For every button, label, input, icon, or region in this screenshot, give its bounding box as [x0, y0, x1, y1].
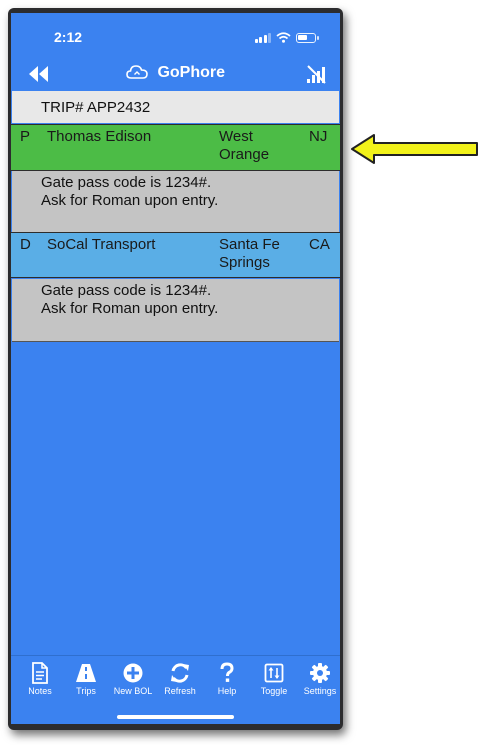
tab-label: Settings	[303, 686, 337, 696]
tab-refresh[interactable]: Refresh	[157, 662, 203, 696]
gear-icon	[310, 663, 330, 683]
app-header: GoPhore	[11, 59, 340, 91]
tab-label: Toggle	[260, 686, 288, 696]
tab-label: Notes	[28, 686, 52, 696]
stop-type: D	[20, 236, 31, 253]
stop-state: CA	[309, 236, 330, 253]
road-icon	[76, 664, 96, 682]
stop-city: Santa Fe Springs	[219, 236, 305, 272]
question-icon	[220, 662, 234, 682]
plus-circle-icon	[123, 663, 143, 683]
status-icons	[254, 31, 319, 43]
tab-new-bol[interactable]: New BOL	[110, 662, 156, 696]
tab-label: Help	[217, 686, 237, 696]
no-signal-icon[interactable]	[306, 64, 326, 84]
stop-state: NJ	[309, 128, 328, 145]
status-bar: 2:12	[11, 13, 340, 59]
tab-toggle[interactable]: Toggle	[251, 662, 297, 696]
stop-note-text: Gate pass code is 1234#. Ask for Roman u…	[41, 174, 219, 209]
stop-note: Gate pass code is 1234#. Ask for Roman u…	[12, 279, 339, 342]
tab-notes[interactable]: Notes	[17, 662, 63, 696]
stop-city-line1: West	[219, 128, 253, 145]
stop-row-delivery[interactable]: D SoCal Transport Santa Fe Springs CA	[11, 232, 340, 278]
trip-header: TRIP# APP2432	[12, 91, 339, 123]
battery-icon	[296, 33, 319, 43]
stop-note-text: Gate pass code is 1234#. Ask for Roman u…	[41, 282, 219, 317]
bottom-tab-bar: Notes Trips New BOL Refresh Help Toggle …	[11, 655, 340, 724]
stop-city-line2: Orange	[219, 146, 270, 163]
cellular-signal-icon	[254, 32, 271, 43]
app-name: GoPhore	[157, 64, 225, 81]
app-screen: 2:12 GoPhore TRIP# APP2432 P Thomas Edis…	[11, 13, 340, 724]
tab-help[interactable]: Help	[204, 662, 250, 696]
stop-name: Thomas Edison	[47, 128, 152, 145]
home-indicator[interactable]	[117, 715, 234, 719]
stop-name: SoCal Transport	[47, 236, 156, 253]
app-brand: GoPhore	[11, 64, 340, 82]
cloud-logo-icon	[126, 65, 148, 79]
stop-type: P	[20, 128, 31, 145]
trip-number: TRIP# APP2432	[41, 99, 151, 116]
tab-label: New BOL	[113, 686, 153, 696]
stop-city-line2: Springs	[219, 254, 270, 271]
stop-row-pickup[interactable]: P Thomas Edison West Orange NJ	[11, 124, 340, 171]
wifi-icon	[276, 32, 291, 43]
stop-note: Gate pass code is 1234#. Ask for Roman u…	[12, 171, 339, 233]
tab-trips[interactable]: Trips	[63, 662, 109, 696]
stop-city: West Orange	[219, 128, 305, 164]
stop-city-line1: Santa Fe	[219, 236, 280, 253]
annotation-arrow-icon	[351, 134, 478, 164]
toggle-icon	[264, 663, 284, 683]
status-time: 2:12	[54, 29, 83, 45]
tab-label: Refresh	[164, 686, 196, 696]
refresh-icon	[171, 663, 189, 683]
tab-label: Trips	[76, 686, 96, 696]
document-icon	[32, 662, 48, 684]
tab-settings[interactable]: Settings	[297, 662, 340, 696]
